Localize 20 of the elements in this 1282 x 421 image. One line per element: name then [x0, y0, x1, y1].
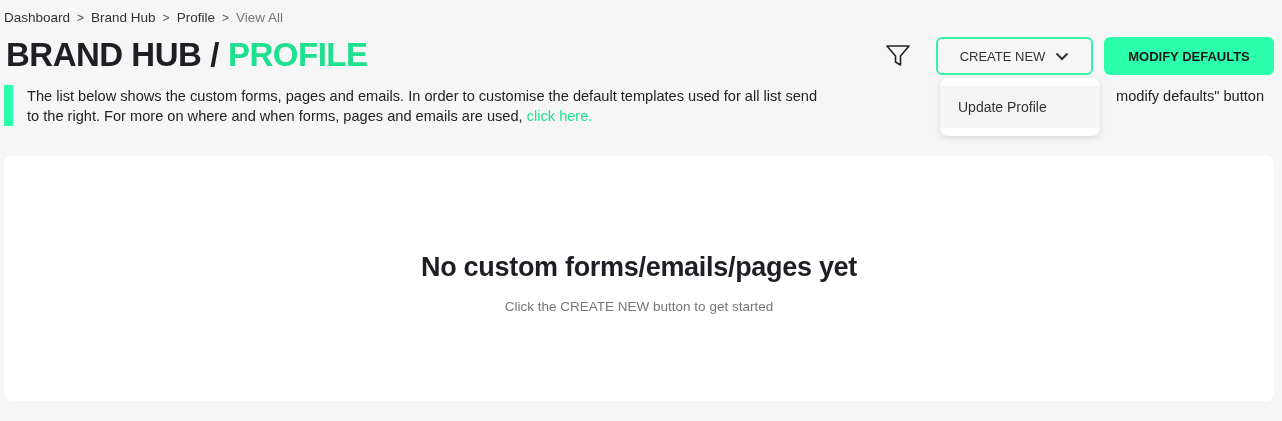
chevron-icon: [1055, 51, 1070, 61]
info-text: modify defaults" button: [1116, 87, 1264, 106]
breadcrumb-link[interactable]: Dashboard: [4, 10, 71, 25]
info-accent-bar: [4, 85, 13, 126]
menu-item[interactable]: Update Profile: [940, 86, 1100, 128]
empty-state-heading: No custom forms/emails/pages yet: [420, 251, 857, 283]
create-new-button[interactable]: CREATE NEW: [936, 37, 1093, 75]
empty-state-hint: Click the CREATE NEW button to get started: [504, 298, 774, 314]
title-separator: /: [210, 36, 219, 74]
breadcrumb-separator: >: [77, 10, 85, 25]
filter-icon[interactable]: [885, 44, 911, 68]
info-text: The list below shows the custom forms, pages and emails. In order to customise the default templates used for all list send: [27, 87, 818, 106]
breadcrumb-link[interactable]: Brand Hub: [91, 10, 156, 25]
breadcrumb-separator: >: [221, 10, 229, 25]
breadcrumb-link[interactable]: Profile: [176, 10, 215, 25]
page-title: PROFILE: [228, 36, 368, 74]
breadcrumb-separator: >: [162, 10, 170, 25]
info-text: to the right. For more on where and when forms, pages and emails are used,: [27, 108, 523, 124]
modify-defaults-button[interactable]: MODIFY DEFAULTS: [1104, 37, 1274, 75]
section-title: BRAND HUB: [6, 36, 202, 74]
